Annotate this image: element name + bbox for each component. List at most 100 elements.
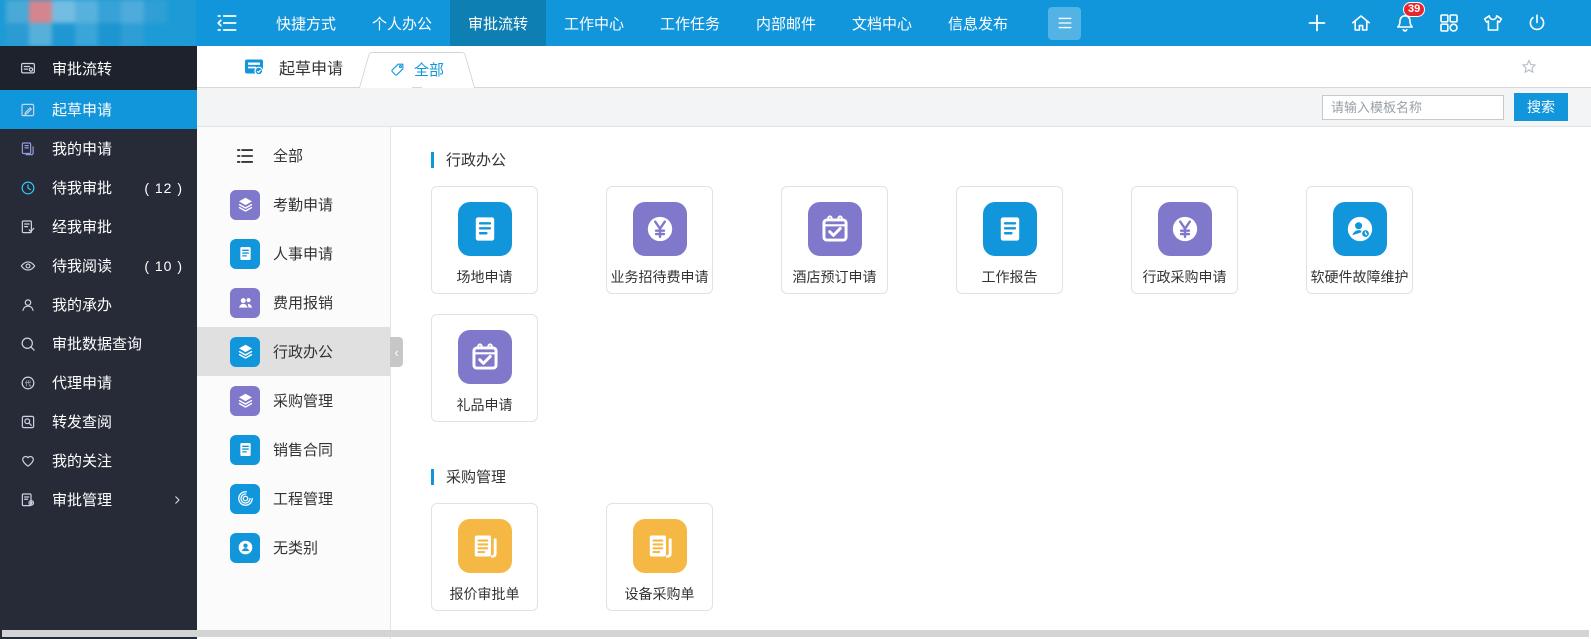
heart-icon bbox=[19, 452, 37, 470]
app-logo bbox=[0, 0, 196, 46]
sidebar-item-3[interactable]: 经我审批 bbox=[0, 207, 197, 246]
invoice-icon bbox=[457, 519, 512, 573]
my-undertaking-icon bbox=[19, 296, 37, 314]
content: 起草申请 全部 搜索 全部考勤申请人事申请费用报销行政办公采购管理销售合同工程管… bbox=[197, 46, 1591, 639]
pending-read-icon bbox=[19, 257, 37, 275]
sidebar-item-5[interactable]: 我的承办 bbox=[0, 285, 197, 324]
page-title: 起草申请 bbox=[279, 60, 344, 78]
template-card[interactable]: 业务招待费申请 bbox=[606, 186, 713, 294]
approval-manage-icon bbox=[19, 491, 37, 509]
home-button[interactable] bbox=[1348, 10, 1374, 36]
notifications-button[interactable]: 39 bbox=[1392, 2, 1426, 36]
category-item-2[interactable]: 人事申请 bbox=[197, 229, 390, 278]
category-item-1[interactable]: 考勤申请 bbox=[197, 180, 390, 229]
template-card[interactable]: 工作报告 bbox=[956, 186, 1063, 294]
sidebar-item-6[interactable]: 审批数据查询 bbox=[0, 324, 197, 363]
hamburger-icon[interactable] bbox=[1048, 6, 1081, 40]
sidebar-item-9[interactable]: 我的关注 bbox=[0, 441, 197, 480]
sidebar-item-2[interactable]: 待我审批( 12 ) bbox=[0, 168, 197, 207]
sidebar-item-1[interactable]: 我的申请 bbox=[0, 129, 197, 168]
top-nav-item-7[interactable]: 信息发布 bbox=[930, 0, 1026, 46]
category-list: 全部 考勤申请 人事申请 费用报销 行政办公 采购管理 销售合同 工程管理 无类别 bbox=[197, 131, 390, 572]
sidebar-item-0[interactable]: 起草申请 bbox=[0, 90, 197, 129]
apps-button[interactable] bbox=[1436, 10, 1462, 36]
top-nav-item-6[interactable]: 文档中心 bbox=[834, 0, 930, 46]
card-grid: 报价审批单 设备采购单 bbox=[431, 503, 1551, 611]
template-section: 行政办公场地申请 业务招待费申请 酒店预订申请 工作报告 行政采购申请 软硬件故障维护礼品… bbox=[431, 149, 1591, 422]
doc-check-icon bbox=[242, 55, 266, 79]
section-title: 采购管理 bbox=[431, 466, 1591, 487]
template-card[interactable]: 软硬件故障维护 bbox=[1306, 186, 1413, 294]
category-item-6[interactable]: 销售合同 bbox=[197, 425, 390, 474]
layers-icon bbox=[230, 385, 260, 416]
category-item-5[interactable]: 采购管理 bbox=[197, 376, 390, 425]
template-card[interactable]: 设备采购单 bbox=[606, 503, 713, 611]
category-item-4[interactable]: 行政办公 bbox=[197, 327, 390, 376]
doc-icon bbox=[230, 238, 260, 269]
sidebar-item-7[interactable]: 代代理申请 bbox=[0, 363, 197, 402]
template-area: 行政办公场地申请 业务招待费申请 酒店预订申请 工作报告 行政采购申请 软硬件故障维护礼品… bbox=[391, 127, 1591, 639]
sidebar-item-8[interactable]: 转发查阅 bbox=[0, 402, 197, 441]
sidebar: 审批流转 起草申请 我的申请 待我审批( 12 ) 经我审批 待我阅读( 10 ) 我的承… bbox=[0, 46, 197, 639]
top-nav: 快捷方式 个人办公 审批流转 工作中心 工作任务 内部邮件 文档中心 信息发布 bbox=[258, 0, 1026, 46]
card-grid: 场地申请 业务招待费申请 酒店预订申请 工作报告 行政采购申请 软硬件故障维护礼品申请 bbox=[431, 186, 1551, 422]
power-button[interactable] bbox=[1524, 10, 1550, 36]
breadcrumb: 起草申请 bbox=[197, 46, 371, 87]
template-card[interactable]: 礼品申请 bbox=[431, 314, 538, 422]
star-icon[interactable] bbox=[1519, 57, 1539, 77]
top-nav-item-5[interactable]: 内部邮件 bbox=[738, 0, 834, 46]
item-count: ( 12 ) bbox=[144, 179, 183, 196]
collapse-menu-icon[interactable] bbox=[196, 0, 258, 46]
category-item-0[interactable]: 全部 bbox=[197, 131, 390, 180]
category-item-7[interactable]: 工程管理 bbox=[197, 474, 390, 523]
template-card[interactable]: 行政采购申请 bbox=[1131, 186, 1238, 294]
calendar-check-icon bbox=[457, 330, 512, 384]
doc-icon bbox=[230, 434, 260, 465]
person-badge-icon bbox=[230, 532, 260, 563]
search-input[interactable] bbox=[1322, 94, 1504, 120]
section-title: 行政办公 bbox=[431, 149, 1591, 170]
sidebar-item-4[interactable]: 待我阅读( 10 ) bbox=[0, 246, 197, 285]
search-button[interactable]: 搜索 bbox=[1514, 93, 1568, 121]
forward-read-icon bbox=[19, 413, 37, 431]
layers-icon bbox=[230, 336, 260, 367]
home-icon bbox=[1349, 11, 1373, 35]
chevron-right-icon bbox=[171, 494, 183, 506]
category-panel: 全部 考勤申请 人事申请 费用报销 行政办公 采购管理 销售合同 工程管理 无类别 ‹ bbox=[197, 127, 403, 639]
theme-button[interactable] bbox=[1480, 10, 1506, 36]
svg-text:代: 代 bbox=[25, 378, 32, 387]
workspace: 全部 考勤申请 人事申请 费用报销 行政办公 采购管理 销售合同 工程管理 无类别 ‹ 行政办公… bbox=[197, 127, 1591, 639]
list-icon bbox=[234, 145, 256, 167]
power-icon bbox=[1525, 11, 1549, 35]
search-icon bbox=[19, 335, 37, 353]
app-window: 快捷方式 个人办公 审批流转 工作中心 工作任务 内部邮件 文档中心 信息发布 39 审批流转… bbox=[0, 0, 1591, 639]
my-application-icon bbox=[19, 140, 37, 158]
bottom-scrollbar[interactable] bbox=[2, 630, 1589, 637]
category-item-3[interactable]: 费用报销 bbox=[197, 278, 390, 327]
top-nav-item-3[interactable]: 工作中心 bbox=[546, 0, 642, 46]
sidebar-header[interactable]: 审批流转 bbox=[0, 46, 197, 90]
users-icon bbox=[230, 287, 260, 318]
tab-all[interactable]: 全部 bbox=[371, 52, 462, 87]
top-nav-item-0[interactable]: 快捷方式 bbox=[258, 0, 354, 46]
draft-icon bbox=[19, 101, 37, 119]
template-card[interactable]: 场地申请 bbox=[431, 186, 538, 294]
pending-approval-icon bbox=[19, 179, 37, 197]
title-bar bbox=[431, 151, 434, 168]
title-bar bbox=[431, 468, 434, 485]
search-toolbar: 搜索 bbox=[197, 88, 1591, 127]
top-nav-item-1[interactable]: 个人办公 bbox=[354, 0, 450, 46]
top-nav-item-2[interactable]: 审批流转 bbox=[450, 0, 546, 46]
top-nav-item-4[interactable]: 工作任务 bbox=[642, 0, 738, 46]
calendar-check-icon bbox=[807, 202, 862, 256]
doc-icon bbox=[982, 202, 1037, 256]
collapse-panel-handle[interactable]: ‹ bbox=[390, 337, 403, 367]
topbar-actions: 39 bbox=[1304, 0, 1591, 46]
template-card[interactable]: 报价审批单 bbox=[431, 503, 538, 611]
sidebar-item-10[interactable]: 审批管理 bbox=[0, 480, 197, 519]
add-button[interactable] bbox=[1304, 10, 1330, 36]
category-item-8[interactable]: 无类别 bbox=[197, 523, 390, 572]
template-card[interactable]: 酒店预订申请 bbox=[781, 186, 888, 294]
body: 审批流转 起草申请 我的申请 待我审批( 12 ) 经我审批 待我阅读( 10 ) 我的承… bbox=[0, 46, 1591, 639]
layers-icon bbox=[230, 189, 260, 220]
